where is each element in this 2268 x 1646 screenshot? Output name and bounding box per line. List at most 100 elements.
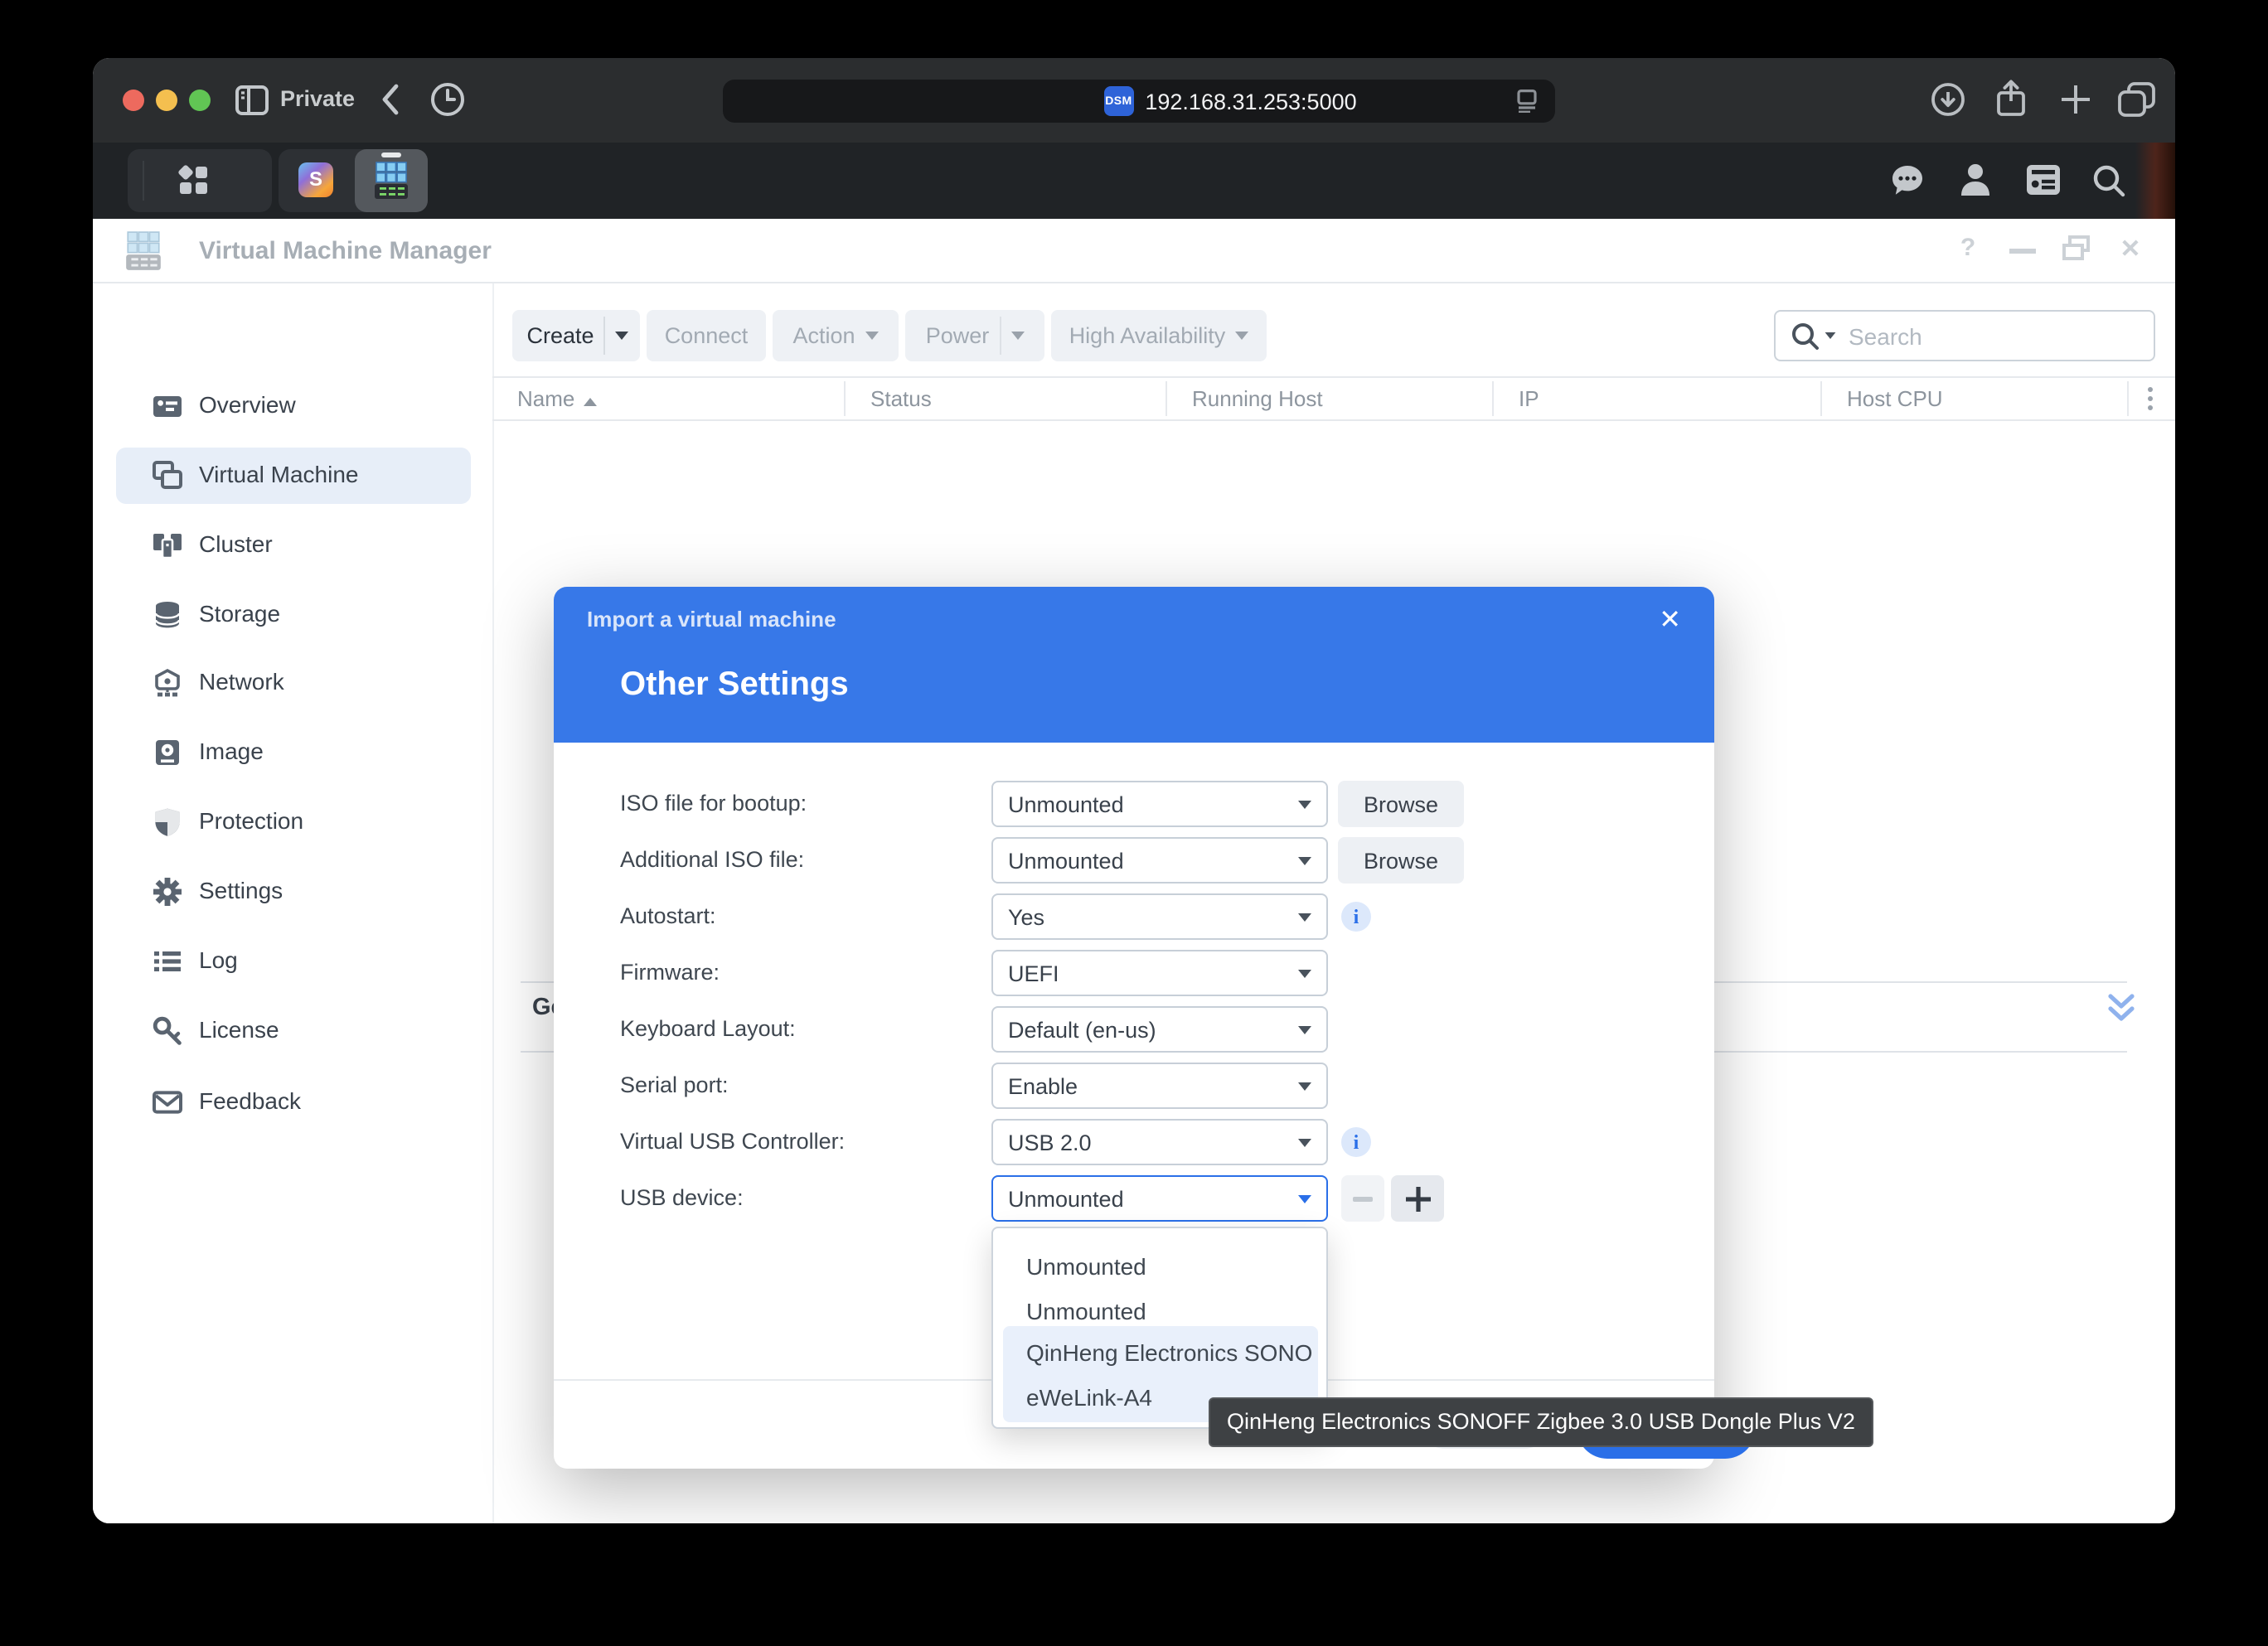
traffic-light-minimize[interactable] (156, 90, 177, 111)
search-input[interactable] (1845, 315, 2144, 358)
vmm-app-icon (373, 161, 410, 201)
create-button[interactable]: Create (512, 310, 640, 361)
serial-port-select[interactable]: Enable (991, 1063, 1328, 1109)
vmm-sidebar: Overview Virtual Machine Cluster Storage… (93, 283, 494, 1523)
high-availability-button[interactable]: High Availability (1051, 310, 1267, 361)
reader-view-icon[interactable] (1515, 90, 1539, 113)
sidebar-item-overview[interactable]: Overview (116, 378, 471, 434)
overview-icon (153, 391, 182, 421)
search-filter-caret[interactable] (1825, 332, 1836, 339)
power-split-divider (999, 317, 1001, 355)
dropdown-option[interactable]: QinHeng Electronics SONO (993, 1331, 1326, 1376)
image-icon (153, 738, 182, 767)
select-caret-icon (1298, 1138, 1311, 1146)
virtual-usb-controller-select[interactable]: USB 2.0 (991, 1119, 1328, 1165)
sidebar-item-log[interactable]: Log (116, 933, 471, 990)
package-center-app-icon[interactable]: S (298, 162, 333, 197)
select-caret-icon (1298, 913, 1311, 921)
additional-iso-browse-button[interactable]: Browse (1338, 837, 1464, 884)
action-button[interactable]: Action (773, 310, 899, 361)
autostart-info-icon[interactable]: i (1341, 902, 1371, 932)
taskbar-search-icon[interactable] (2092, 164, 2125, 197)
field-label-iso-bootup: ISO file for bootup: (620, 781, 976, 827)
address-bar[interactable]: DSM 192.168.31.253:5000 (723, 80, 1555, 123)
widgets-icon[interactable] (2026, 164, 2061, 196)
search-box[interactable] (1774, 310, 2155, 361)
notifications-icon[interactable] (1890, 164, 1925, 197)
column-header-status[interactable]: Status (870, 378, 932, 419)
column-header-host-cpu[interactable]: Host CPU (1847, 378, 1943, 419)
add-usb-device-button[interactable] (1391, 1175, 1444, 1222)
virtual-machine-icon (153, 461, 182, 491)
dialog-header: Import a virtual machine ✕ Other Setting… (554, 587, 1714, 743)
usb-device-select[interactable]: Unmounted (991, 1175, 1328, 1222)
help-button[interactable]: ? (1950, 234, 1986, 262)
field-label-usb-device: USB device: (620, 1175, 976, 1222)
autostart-select[interactable]: Yes (991, 893, 1328, 940)
sidebar-item-virtual-machine[interactable]: Virtual Machine (116, 448, 471, 504)
dialog-step-heading: Other Settings (620, 666, 849, 704)
keyboard-layout-select[interactable]: Default (en-us) (991, 1006, 1328, 1053)
tab-overview-icon[interactable] (2117, 81, 2157, 118)
active-app-indicator (381, 152, 401, 157)
user-account-icon[interactable] (1960, 162, 1991, 197)
history-clock-icon[interactable] (429, 81, 466, 118)
dropdown-option[interactable]: Unmounted (993, 1245, 1326, 1290)
envelope-icon (153, 1087, 182, 1117)
log-icon (153, 946, 182, 976)
sidebar-item-settings[interactable]: Settings (116, 864, 471, 920)
field-label-keyboard-layout: Keyboard Layout: (620, 1006, 976, 1053)
close-window-button[interactable]: ✕ (2112, 234, 2149, 264)
minimize-button[interactable] (2009, 249, 2036, 253)
taskbar-apps-group: S (279, 149, 428, 212)
dropdown-option[interactable]: Unmounted (993, 1290, 1326, 1334)
connect-button[interactable]: Connect (647, 310, 766, 361)
traffic-light-close[interactable] (123, 90, 144, 111)
column-settings-icon[interactable] (2137, 385, 2164, 413)
sidebar-item-storage[interactable]: Storage (116, 587, 471, 643)
high-availability-caret (1235, 332, 1248, 340)
remove-usb-device-button[interactable] (1341, 1175, 1384, 1222)
cluster-icon (153, 530, 182, 560)
iso-bootup-select[interactable]: Unmounted (991, 781, 1328, 827)
sidebar-toggle-icon[interactable] (235, 85, 269, 116)
browser-toolbar: Private DSM 192.168.31.253:5000 (93, 58, 2175, 143)
window-title: Virtual Machine Manager (199, 237, 492, 265)
sidebar-item-network[interactable]: Network (116, 655, 471, 711)
action-caret (865, 332, 879, 340)
select-caret-icon (1298, 1025, 1311, 1034)
dsm-favicon: DSM (1103, 86, 1133, 116)
sidebar-item-license[interactable]: License (116, 1003, 471, 1059)
column-header-ip[interactable]: IP (1519, 378, 1539, 419)
create-dropdown-caret[interactable] (616, 332, 629, 340)
taskbar-launcher-group (128, 149, 272, 212)
screen: Private DSM 192.168.31.253:5000 (0, 0, 2268, 1646)
power-button[interactable]: Power (905, 310, 1044, 361)
private-browsing-label: Private (280, 86, 355, 111)
share-icon[interactable] (1993, 78, 2029, 121)
additional-iso-select[interactable]: Unmounted (991, 837, 1328, 884)
expand-double-chevron-icon[interactable] (2106, 991, 2137, 1024)
sidebar-item-feedback[interactable]: Feedback (116, 1074, 471, 1130)
maximize-button[interactable] (2062, 235, 2091, 260)
downloads-icon[interactable] (1930, 81, 1966, 118)
field-label-serial-port: Serial port: (620, 1063, 976, 1109)
key-icon (153, 1016, 182, 1046)
browser-window: Private DSM 192.168.31.253:5000 (93, 58, 2175, 1523)
sidebar-item-cluster[interactable]: Cluster (116, 517, 471, 574)
iso-bootup-browse-button[interactable]: Browse (1338, 781, 1464, 827)
sidebar-item-protection[interactable]: Protection (116, 794, 471, 850)
app-launcher-icon[interactable] (177, 164, 211, 197)
sidebar-item-image[interactable]: Image (116, 724, 471, 781)
column-header-name[interactable]: Name (517, 378, 596, 419)
back-button-icon[interactable] (380, 83, 401, 116)
usb-controller-info-icon[interactable]: i (1341, 1127, 1371, 1157)
dialog-title: Import a virtual machine (587, 607, 836, 632)
new-tab-icon[interactable] (2059, 83, 2092, 116)
firmware-select[interactable]: UEFI (991, 950, 1328, 996)
traffic-light-zoom[interactable] (189, 90, 211, 111)
dialog-close-icon[interactable]: ✕ (1659, 603, 1681, 637)
vmm-app-tile-active[interactable] (355, 149, 428, 212)
column-header-running-host[interactable]: Running Host (1192, 378, 1323, 419)
power-dropdown-caret[interactable] (1010, 332, 1024, 340)
